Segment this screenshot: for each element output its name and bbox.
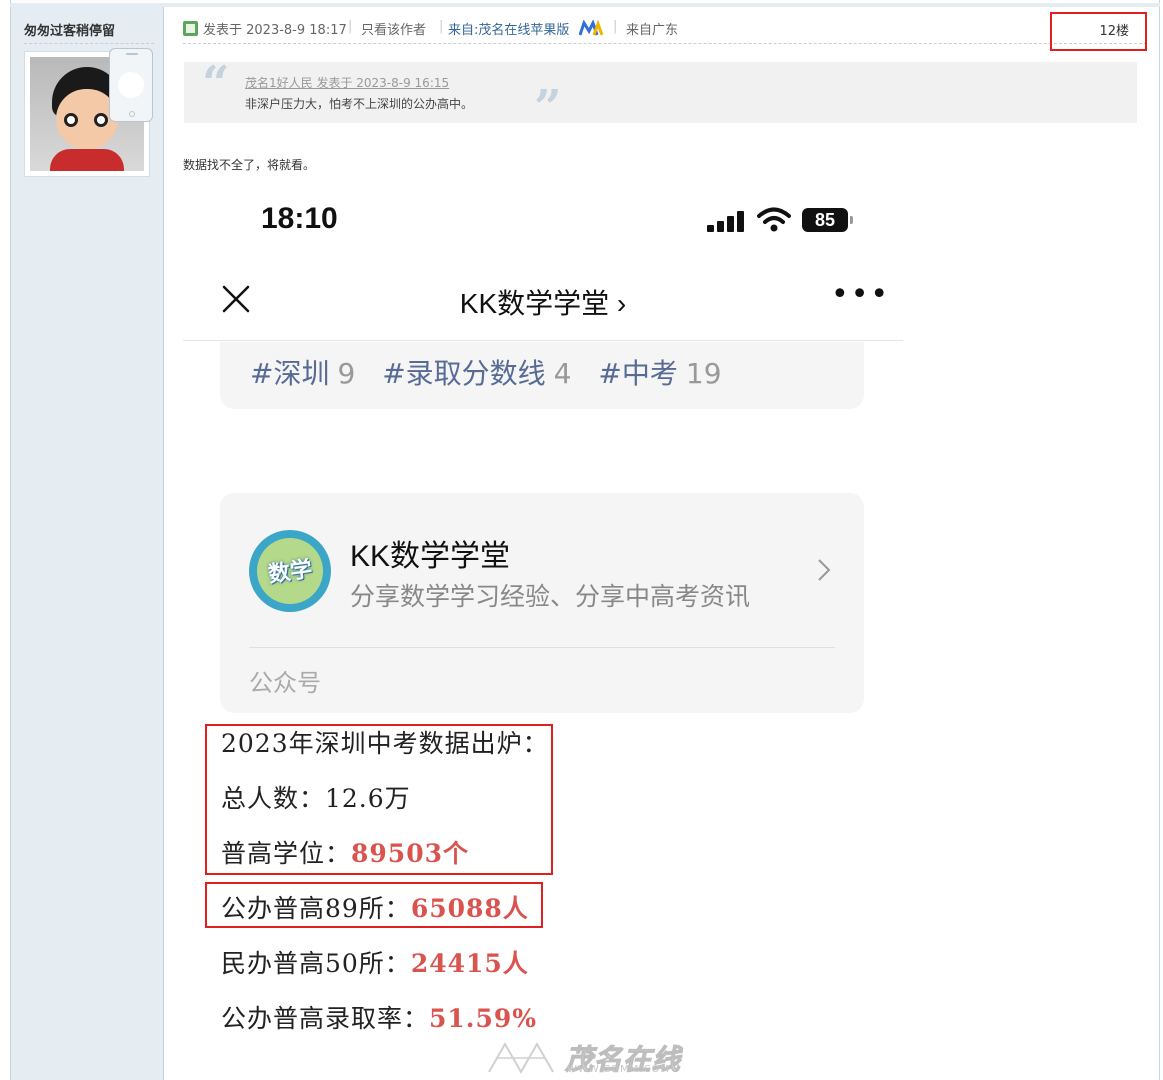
more-icon[interactable]: ••• [831,280,890,310]
tag-zhongkao[interactable]: #中考 19 [598,357,721,390]
tag-shenzhen[interactable]: #深圳 9 [250,357,355,390]
source-link[interactable]: 来自:茂名在线苹果版 [448,19,569,38]
watermark-url: WWW.GDMM.COM [567,1064,671,1075]
quote-open-icon: “ [202,56,230,112]
battery-icon: 85 [802,208,853,232]
author-name[interactable]: 匆匆过客稍停留 [24,20,115,39]
signal-icon [707,210,745,232]
chevron-right-icon [818,559,831,581]
stat-private: 民办普高50所：24415人 [221,949,529,978]
account-type: 公众号 [249,669,321,697]
author-sidebar: 匆匆过客稍停留 [11,7,164,1080]
mm-logo-icon [579,20,603,36]
watermark: 茂名在线 WWW.GDMM.COM [485,1038,685,1078]
post-status-icon [183,21,198,36]
post-time: 发表于 2023-8-9 18:17 [203,23,347,38]
account-name: KK数学学堂 [350,540,511,573]
highlight-box-headline [205,724,553,875]
divider: | [348,19,353,34]
wifi-icon [757,207,791,232]
only-author-link[interactable]: 只看该作者 [361,19,426,38]
floor-number[interactable]: 12楼 [1099,20,1129,39]
post-body-text: 数据找不全了，将就看。 [183,158,316,172]
divider [183,340,903,341]
status-time: 18:10 [261,202,338,235]
post-header: 发表于 2023-8-9 18:17 | 只看该作者 | 来自:茂名在线苹果版 … [183,18,1147,44]
stat-rate: 公办普高录取率：51.59% [221,1004,538,1033]
quote-text: 非深户压力大，怕考不上深圳的公办高中。 [245,97,474,111]
watermark-logo-icon [488,1041,554,1075]
quote-close-icon: ” [534,80,562,136]
divider: | [439,19,444,34]
highlight-box-public [205,882,543,928]
floor-highlight: 12楼 [1050,12,1147,51]
divider [249,647,835,648]
apple-device-icon [109,48,153,122]
quote-block: “ 茂名1好人民 发表于 2023-8-9 16:15 非深户压力大，怕考不上深… [184,56,1137,132]
embedded-screenshot[interactable]: 18:10 85 KK数学学堂 › ••• #深圳 9 #录取分数线 4 #中考 19… [183,180,903,1080]
divider: | [613,19,618,34]
tag-cutoff-score[interactable]: #录取分数线 4 [382,357,571,390]
quote-meta[interactable]: 茂名1好人民 发表于 2023-8-9 16:15 [245,74,449,91]
location: 来自广东 [626,23,679,38]
divider [24,43,154,44]
account-card[interactable]: 数学 KK数学学堂 分享数学学习经验、分享中高考资讯 公众号 [220,493,864,713]
nav-title[interactable]: KK数学学堂 › [183,282,903,322]
account-logo: 数学 [249,530,331,612]
tags-card: #深圳 9 #录取分数线 4 #中考 19 [220,342,864,409]
top-rule [10,3,1160,7]
account-description: 分享数学学习经验、分享中高考资讯 [350,582,751,611]
